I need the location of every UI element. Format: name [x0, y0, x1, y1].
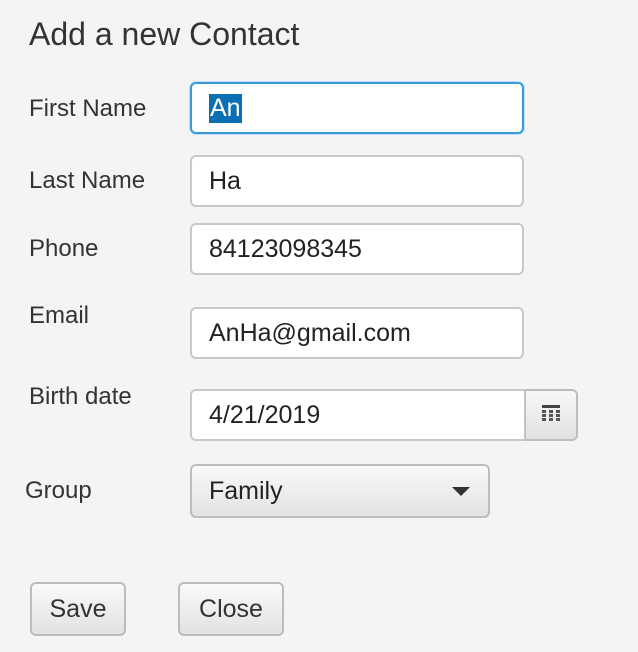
last-name-input[interactable]: Ha: [190, 155, 524, 207]
last-name-value: Ha: [209, 166, 241, 195]
email-value: AnHa@gmail.com: [209, 318, 411, 347]
save-button[interactable]: Save: [30, 582, 126, 636]
phone-label: Phone: [29, 235, 99, 262]
group-select[interactable]: Family: [190, 464, 490, 518]
email-label: Email: [29, 302, 90, 329]
email-input[interactable]: AnHa@gmail.com: [190, 307, 524, 359]
phone-value: 84123098345: [209, 234, 362, 263]
birth-date-label: Birth date: [29, 383, 132, 410]
close-button[interactable]: Close: [178, 582, 284, 636]
first-name-input[interactable]: An: [190, 82, 524, 134]
last-name-label: Last Name: [29, 167, 146, 194]
group-selected-value: Family: [209, 476, 283, 505]
first-name-label: First Name: [29, 95, 147, 122]
birth-date-input[interactable]: 4/21/2019: [190, 389, 526, 441]
first-name-value: An: [209, 93, 242, 123]
calendar-icon: [542, 404, 560, 426]
group-label: Group: [25, 477, 92, 504]
phone-input[interactable]: 84123098345: [190, 223, 524, 275]
date-picker-button[interactable]: [525, 389, 578, 441]
birth-date-value: 4/21/2019: [209, 400, 321, 429]
dialog-title: Add a new Contact: [29, 16, 300, 52]
chevron-down-icon: [452, 487, 470, 496]
